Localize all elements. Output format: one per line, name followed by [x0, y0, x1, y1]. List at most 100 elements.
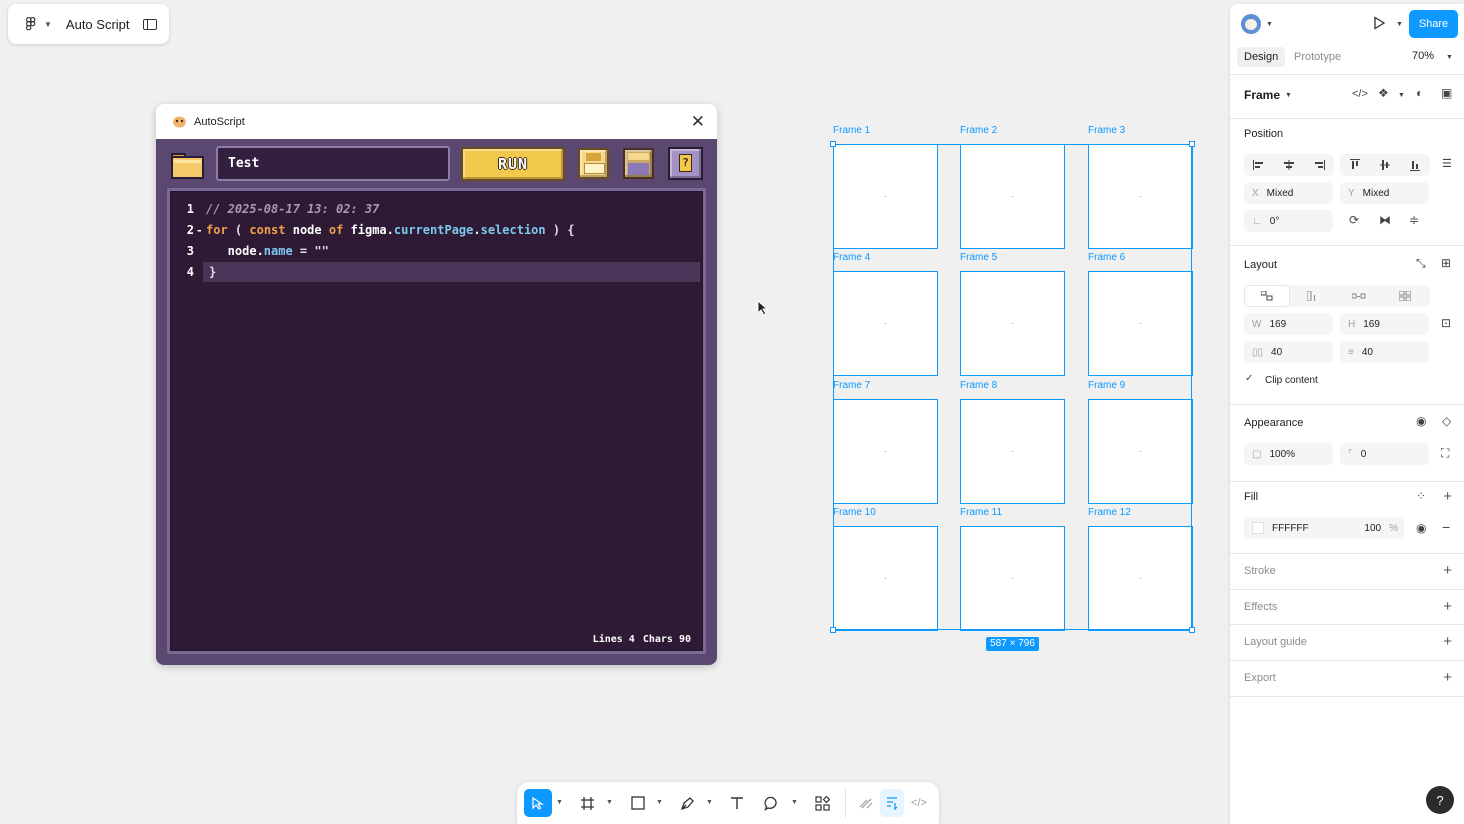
canvas-frame[interactable]	[833, 399, 938, 504]
chevron-down-icon[interactable]: ▼	[556, 799, 563, 806]
code-line[interactable]: 1 // 2025-08-17 13: 02: 37	[170, 199, 700, 219]
present-play-icon[interactable]	[1372, 16, 1386, 30]
y-field[interactable]: Y Mixed	[1340, 182, 1429, 204]
save-button[interactable]	[578, 148, 609, 179]
code-icon[interactable]: </>	[1352, 89, 1368, 100]
design-mode-button[interactable]	[880, 789, 904, 817]
remove-fill-icon[interactable]: −	[1442, 520, 1450, 534]
avatar[interactable]	[1241, 14, 1261, 34]
layout-vertical-icon[interactable]	[1290, 285, 1336, 307]
code-editor[interactable]: 1 // 2025-08-17 13: 02: 37 2- for ( const n…	[167, 188, 706, 654]
draw-mode-button[interactable]	[855, 789, 877, 817]
frame-label[interactable]: Frame 10	[833, 507, 876, 518]
tab-prototype[interactable]: Prototype	[1287, 47, 1348, 67]
canvas-frame[interactable]	[1088, 271, 1193, 376]
help-button[interactable]: ?	[1426, 786, 1454, 814]
vertical-gap-field[interactable]: ≡ 40	[1340, 341, 1429, 363]
flip-vertical-icon[interactable]: ≑	[1409, 214, 1419, 226]
scripts-library-button[interactable]	[623, 148, 654, 179]
rotation-field[interactable]: ∟ 0°	[1244, 210, 1333, 232]
text-tool-button[interactable]	[727, 789, 747, 817]
layout-options-icon[interactable]: ⊞	[1441, 257, 1451, 269]
pen-tool-button[interactable]	[677, 789, 697, 817]
close-icon[interactable]: ✕	[691, 113, 705, 130]
frame-label[interactable]: Frame 8	[960, 380, 997, 391]
zoom-level[interactable]: 70%	[1412, 50, 1434, 62]
chevron-down-icon[interactable]: ▼	[706, 799, 713, 806]
mask-icon[interactable]: ◐	[1416, 87, 1423, 99]
add-layout-guide-icon[interactable]: +	[1443, 634, 1452, 649]
frame-label[interactable]: Frame 6	[1088, 252, 1125, 263]
tab-design[interactable]: Design	[1237, 47, 1286, 67]
resize-handle-tl[interactable]	[830, 141, 836, 147]
canvas-frame[interactable]	[1088, 144, 1193, 249]
align-right-icon[interactable]	[1304, 154, 1334, 176]
code-line[interactable]: 2- for ( const node of figma.currentPage.…	[170, 220, 700, 240]
x-field[interactable]: X Mixed	[1244, 182, 1333, 204]
layout-freeform-icon[interactable]	[1244, 285, 1290, 307]
chevron-down-icon[interactable]: ▼	[44, 20, 52, 29]
script-name-input[interactable]: Test	[216, 146, 450, 181]
align-middle-icon[interactable]	[1370, 154, 1400, 176]
fill-color-field[interactable]: FFFFFF 100 %	[1244, 517, 1404, 539]
align-top-icon[interactable]	[1340, 154, 1370, 176]
add-effect-icon[interactable]: +	[1443, 599, 1452, 614]
dev-mode-button[interactable]: </>	[908, 789, 930, 817]
chevron-down-icon[interactable]: ▼	[656, 799, 663, 806]
canvas-frame[interactable]	[960, 526, 1065, 631]
canvas-frame[interactable]	[960, 399, 1065, 504]
rotate-icon[interactable]: ⟳	[1349, 214, 1359, 226]
frame-label[interactable]: Frame 1	[833, 125, 870, 136]
chevron-down-icon[interactable]: ▼	[1398, 92, 1405, 99]
rectangle-tool-button[interactable]	[628, 789, 648, 817]
opacity-field[interactable]: ▢ 100%	[1244, 443, 1333, 465]
add-export-icon[interactable]: +	[1443, 670, 1452, 685]
frame-label[interactable]: Frame 9	[1088, 380, 1125, 391]
toggle-sidebar-icon[interactable]	[143, 18, 157, 30]
independent-corners-icon[interactable]: ⛶	[1441, 447, 1449, 459]
code-line[interactable]: 3 node.name = ""	[170, 241, 700, 261]
resize-handle-tr[interactable]	[1189, 141, 1195, 147]
align-bottom-icon[interactable]	[1400, 154, 1430, 176]
fill-styles-icon[interactable]: ⁘	[1416, 490, 1426, 502]
move-tool-button[interactable]	[524, 789, 552, 817]
align-center-h-icon[interactable]	[1274, 154, 1304, 176]
chevron-down-icon[interactable]: ▼	[791, 799, 798, 806]
layer-type-selector[interactable]: Frame	[1244, 88, 1280, 102]
chevron-down-icon[interactable]: ▼	[1396, 21, 1403, 28]
canvas-frame[interactable]	[833, 271, 938, 376]
canvas-frame[interactable]	[1088, 399, 1193, 504]
open-folder-button[interactable]	[171, 149, 204, 179]
chevron-down-icon[interactable]: ▼	[606, 799, 613, 806]
frame-label[interactable]: Frame 5	[960, 252, 997, 263]
align-left-icon[interactable]	[1244, 154, 1274, 176]
horizontal-gap-field[interactable]: ▯▯ 40	[1244, 341, 1333, 363]
file-name[interactable]: Auto Script	[66, 17, 130, 32]
collapse-layout-icon[interactable]: ⤡	[1416, 257, 1426, 269]
blend-mode-icon[interactable]: ◇	[1442, 415, 1451, 427]
height-field[interactable]: H 169	[1340, 313, 1429, 335]
add-stroke-icon[interactable]: +	[1443, 563, 1452, 578]
layout-grid-icon[interactable]	[1382, 285, 1428, 307]
resize-constraint-icon[interactable]: ⊡	[1441, 317, 1451, 329]
chevron-down-icon[interactable]: ▼	[1446, 54, 1453, 61]
canvas-frame[interactable]	[833, 526, 938, 631]
frame-label[interactable]: Frame 4	[833, 252, 870, 263]
frame-tool-button[interactable]	[577, 789, 597, 817]
run-button[interactable]: RUN	[461, 147, 565, 181]
fold-marker-icon[interactable]: -	[196, 224, 203, 237]
chevron-down-icon[interactable]: ▼	[1266, 21, 1273, 28]
canvas-frame[interactable]	[1088, 526, 1193, 631]
component-icon[interactable]: ❖	[1378, 87, 1389, 99]
fill-visibility-eye-icon[interactable]: ◉	[1416, 522, 1426, 534]
actions-tool-button[interactable]	[812, 789, 832, 817]
resize-handle-bl[interactable]	[830, 627, 836, 633]
distribute-icon[interactable]: ☰	[1442, 159, 1452, 170]
frame-label[interactable]: Frame 2	[960, 125, 997, 136]
canvas-frame[interactable]	[960, 144, 1065, 249]
frame-options-icon[interactable]: ▣	[1441, 87, 1452, 99]
canvas-frame[interactable]	[833, 144, 938, 249]
frame-label[interactable]: Frame 3	[1088, 125, 1125, 136]
share-button[interactable]: Share	[1409, 10, 1458, 38]
help-button[interactable]: ?	[668, 147, 703, 180]
